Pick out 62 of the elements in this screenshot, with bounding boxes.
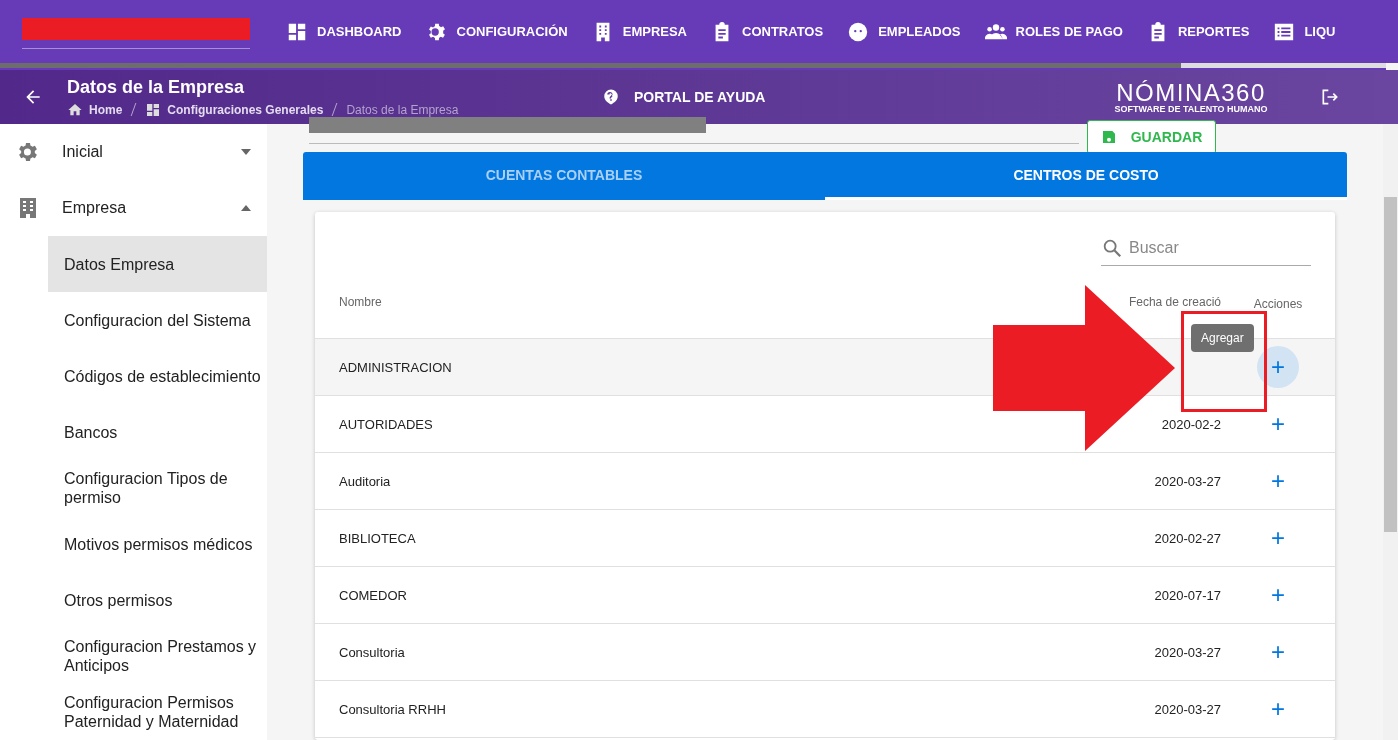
home-icon xyxy=(67,101,83,118)
add-button[interactable]: + xyxy=(1257,688,1299,730)
logo-name: NÓMINA360 xyxy=(1116,80,1266,105)
scroll-thumb[interactable] xyxy=(1181,63,1386,68)
nav-item[interactable]: EMPRESA xyxy=(591,20,687,43)
sidebar-subitem[interactable]: Códigos de establecimiento xyxy=(48,348,267,404)
table-cell: 2020-03-27 xyxy=(1154,473,1221,489)
sidebar-subitem[interactable]: Datos Empresa xyxy=(48,236,267,292)
table-cell: Auditoria xyxy=(339,473,391,489)
add-button[interactable]: + xyxy=(1257,631,1299,673)
gear-icon xyxy=(16,140,40,164)
table-cell: COMEDOR xyxy=(339,587,407,603)
table-cell: AUTORIDADES xyxy=(339,416,433,432)
help-portal-link[interactable]: PORTAL DE AYUDA xyxy=(602,88,1102,106)
nav-item[interactable]: ROLES DE PAGO xyxy=(984,20,1123,43)
table-cell: 2020-03-27 xyxy=(1154,701,1221,717)
sidebar-subitem[interactable]: Configuracion Tipos de permiso xyxy=(48,460,267,516)
table-cell: BIBLIOTECA xyxy=(339,530,416,546)
add-button[interactable]: + xyxy=(1257,460,1299,502)
dashboard-icon xyxy=(145,101,162,118)
table-cell: 2020-02-2 xyxy=(1161,416,1221,432)
caret-down-icon xyxy=(241,149,251,155)
table-cell: ADMINISTRACION xyxy=(339,359,452,375)
sidebar-subitem[interactable]: Configuracion Prestamos y Anticipos xyxy=(48,628,267,684)
add-button[interactable]: + xyxy=(1257,574,1299,616)
add-button[interactable]: + xyxy=(1257,403,1299,445)
nav-item[interactable]: EMPLEADOS xyxy=(847,20,961,43)
nav-item[interactable]: REPORTES xyxy=(1146,20,1250,43)
breadcrumb-link[interactable]: Datos de la Empresa xyxy=(346,102,459,117)
column-header: Acciones xyxy=(1253,297,1303,311)
table-cell: Consultoria RRHH xyxy=(339,701,446,717)
sidebar-subitem[interactable]: Configuracion del Sistema xyxy=(48,292,267,348)
nav-item[interactable]: DASHBOARD xyxy=(286,20,402,43)
help-icon xyxy=(602,88,620,106)
table-cell: Consultoria xyxy=(339,644,405,660)
nav-item[interactable]: CONTRATOS xyxy=(711,20,824,43)
column-header: Nombre xyxy=(339,295,382,309)
sidebar-subitem[interactable]: Bancos xyxy=(48,404,267,460)
table-cell: 2020-03-27 xyxy=(1154,644,1221,660)
sidebar-item[interactable]: Empresa xyxy=(0,180,267,236)
column-header: Fecha de creació xyxy=(1128,295,1221,309)
nav-item[interactable]: CONFIGURACIÓN xyxy=(425,20,568,43)
add-button[interactable]: + xyxy=(1257,517,1299,559)
tooltip: Agregar xyxy=(1191,324,1254,352)
table-cell: 2020-02-27 xyxy=(1154,530,1221,546)
sidebar-item[interactable]: Inicial xyxy=(0,124,267,180)
breadcrumb-link[interactable]: Configuraciones Generales xyxy=(167,102,324,117)
face-icon xyxy=(847,20,870,43)
page-title: Datos de la Empresa xyxy=(67,76,246,98)
sidebar-subitem[interactable]: Otros permisos xyxy=(48,572,267,628)
add-button[interactable]: + xyxy=(1257,346,1299,388)
table-cell: 2020-07-17 xyxy=(1154,587,1221,603)
caret-up-icon xyxy=(241,205,251,211)
logout-icon[interactable] xyxy=(1320,87,1340,107)
sidebar-subitem[interactable]: Configuracion Permisos Paternidad y Maternidad xyxy=(48,684,267,740)
logo-tagline: SOFTWARE DE TALENTO HUMANO xyxy=(1114,103,1268,114)
scrollbar-thumb[interactable] xyxy=(1384,197,1397,532)
search-field[interactable]: Buscar xyxy=(1129,230,1311,265)
breadcrumb-link[interactable]: Home xyxy=(89,102,123,117)
tab[interactable]: CENTROS DE COSTO xyxy=(825,152,1347,200)
sidebar-subitem[interactable]: Motivos permisos médicos xyxy=(48,516,267,572)
nav-item[interactable]: LIQU xyxy=(1273,20,1336,43)
